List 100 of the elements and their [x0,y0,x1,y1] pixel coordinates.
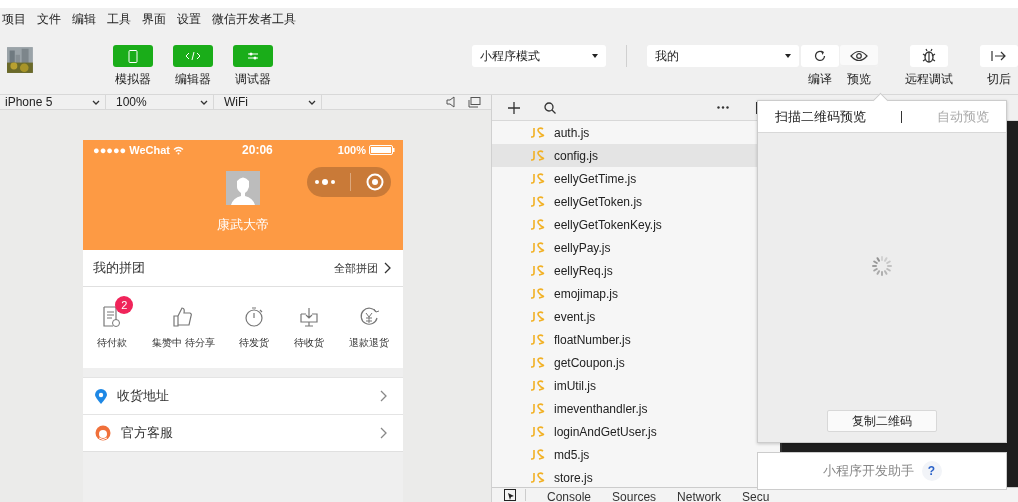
network-dropdown[interactable]: WiFi [214,95,322,109]
receipt-icon[interactable] [102,305,123,328]
chevron-down-icon [308,99,316,105]
eye-icon [850,50,868,62]
menu-row[interactable]: 官方客服 [83,414,403,452]
file-item[interactable]: emojimap.js [492,282,780,305]
mode-label: 模拟器 [114,71,151,88]
bug-button[interactable] [910,45,948,67]
menu-item[interactable]: 编辑 [72,10,96,28]
avatar-icon [226,171,260,205]
inspect-icon[interactable] [504,489,516,501]
mode-dropdown[interactable]: 小程序模式 [471,45,607,67]
chevron-right-icon [380,427,387,439]
compile-dropdown[interactable]: 我的 [647,45,799,67]
more-icon[interactable] [717,106,729,109]
action-label: 编译 [808,71,832,88]
wifi-icon [173,145,185,155]
code-icon [184,51,201,61]
js-file-icon [530,334,545,345]
bug-icon [921,48,937,64]
add-icon[interactable] [508,101,520,114]
phone-icon [127,49,138,63]
menu-item[interactable]: 微信开发者工具 [212,10,296,28]
js-file-icon [530,150,545,161]
phone-mode-button[interactable] [112,45,153,67]
download-icon[interactable] [298,305,320,328]
file-item[interactable]: eellyGetToken.js [492,190,780,213]
file-item[interactable]: loginAndGetUser.js [492,420,780,443]
js-file-icon [530,311,545,322]
thumbs-up-icon[interactable] [172,305,195,328]
menu-item[interactable]: 项目 [2,10,26,28]
file-item[interactable]: getCoupon.js [492,351,780,374]
file-item[interactable]: md5.js [492,443,780,466]
file-item[interactable]: store.js [492,466,780,487]
devtools-tab[interactable]: Secu [742,490,770,502]
refresh-button[interactable] [801,45,839,67]
refresh-icon [813,49,827,63]
view-all-link[interactable]: 全部拼团 [334,260,391,276]
stopwatch-icon[interactable] [243,305,266,328]
carrier-text: ●●●●● WeChat [93,144,171,156]
zoom-dropdown[interactable]: 100% [106,95,214,109]
chevron-down-icon [92,99,100,105]
action-label: 远程调试 [905,71,953,88]
file-item[interactable]: eellyGetTime.js [492,167,780,190]
preview-tab[interactable]: 扫描二维码预览 [775,107,867,126]
file-item[interactable]: event.js [492,305,780,328]
file-item[interactable]: eellyGetTokenKey.js [492,213,780,236]
device-dropdown[interactable]: iPhone 5 [0,95,106,109]
window-icon[interactable] [468,96,481,108]
count-badge: 2 [115,295,134,314]
eye-button[interactable] [840,45,878,67]
js-file-icon [530,426,545,437]
code-mode-button[interactable] [172,45,213,67]
devtools-tab[interactable]: Sources [612,490,657,502]
close-icon[interactable] [365,173,384,191]
js-file-icon [530,127,545,138]
mode-label: 编辑器 [174,71,211,88]
battery-text: 100% [337,144,366,156]
order-status-label[interactable]: 集赞中 待分享 [151,335,215,350]
loading-spinner-icon [871,255,893,277]
file-item[interactable]: imUtil.js [492,374,780,397]
speaker-icon[interactable] [446,96,456,108]
menu-item[interactable]: 设置 [177,10,201,28]
sliders-mode-button[interactable] [232,45,273,67]
js-file-icon [530,472,545,483]
exit-button[interactable] [980,45,1018,67]
menu-item[interactable]: 界面 [142,10,166,28]
menu-row[interactable]: 收货地址 [83,377,403,415]
capsule-menu[interactable] [307,167,391,197]
order-status-label[interactable]: 待付款 [97,335,128,350]
file-item[interactable]: eellyPay.js [492,236,780,259]
order-status-label[interactable]: 待发货 [239,335,270,350]
js-file-icon [530,403,545,414]
js-file-icon [530,196,545,207]
file-item[interactable]: floatNumber.js [492,328,780,351]
menu-item[interactable]: 工具 [107,10,131,28]
file-item[interactable]: imeventhandler.js [492,397,780,420]
copy-qr-button[interactable]: 复制二维码 [827,410,937,432]
js-file-icon [530,380,545,391]
devtools-tab[interactable]: Console [547,490,592,502]
js-file-icon [530,219,545,230]
order-status-label[interactable]: 退款退货 [348,335,389,350]
js-file-icon [530,357,545,368]
chevron-down-icon [200,99,208,105]
js-file-icon [530,242,545,253]
exit-icon [991,50,1007,62]
devtools-tab[interactable]: Network [677,490,722,502]
order-status-label[interactable]: 待收货 [294,335,324,350]
user-name: 康武大帝 [217,216,269,234]
battery-icon [369,145,395,155]
js-file-icon [530,173,545,184]
location-pin-icon [95,388,107,404]
section-title: 我的拼团 [93,259,145,277]
js-file-icon [530,265,545,276]
file-item[interactable]: eellyReq.js [492,259,780,282]
help-button[interactable]: ? [921,461,942,481]
sliders-icon [246,51,259,61]
mode-label: 调试器 [234,71,271,88]
search-icon[interactable] [544,101,556,114]
menu-item[interactable]: 文件 [37,10,61,28]
